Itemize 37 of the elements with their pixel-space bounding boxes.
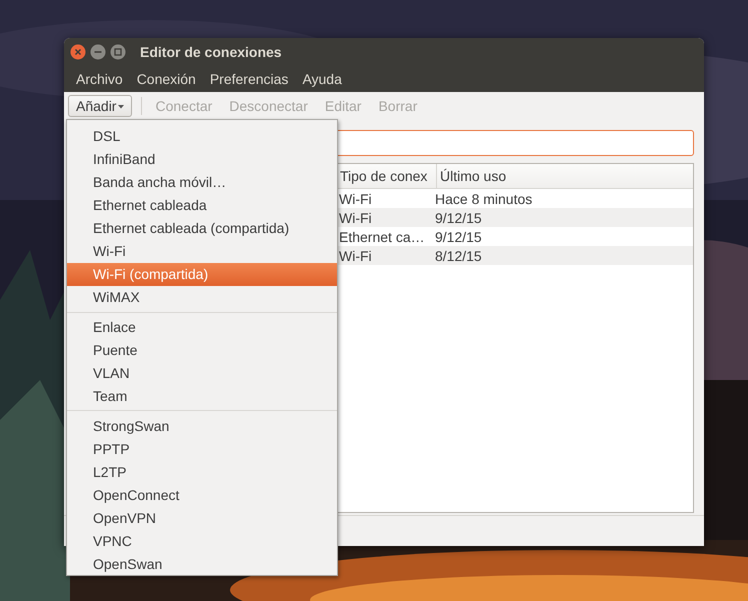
menu-option[interactable]: L2TP [67,460,337,484]
menu-option[interactable]: WiMAX [67,286,337,309]
add-button[interactable]: Añadir [68,95,132,117]
menu-option[interactable]: Banda ancha móvil… [67,170,337,194]
minimize-icon[interactable] [90,44,106,60]
menu-option[interactable]: Ethernet cableada (compartida) [67,216,337,240]
caret-icon [117,102,126,110]
menu-option[interactable]: StrongSwan [67,414,337,438]
menu-item[interactable]: Preferencias [210,71,288,87]
table-cell-text: Hace 8 minutos [434,190,532,206]
menu-option[interactable]: OpenSwan [67,552,337,576]
menu-item[interactable]: Archivo [76,71,123,87]
table-cell-text: Ethernet ca… [338,228,425,244]
menu-option[interactable]: OpenConnect [67,483,337,506]
menu-option[interactable]: OpenVPN [67,506,337,530]
menu-option[interactable]: VLAN [67,362,337,384]
close-icon[interactable] [70,44,86,60]
menu-item[interactable]: Conexión [136,71,196,87]
table-cell-text: Wi-Fi [338,190,372,206]
menu-option[interactable]: Puente [67,338,337,362]
menu-option[interactable]: Ethernet cableada [67,194,337,217]
maximize-icon[interactable] [110,44,126,60]
table-cell-text: Wi-Fi [338,248,372,264]
menu-option[interactable]: DSL [67,125,337,148]
menu-option[interactable]: InfiniBand [67,148,337,171]
menu-option[interactable]: VPNC [67,529,337,552]
window-title: Editor de conexiones [140,44,282,60]
column-header[interactable]: Último uso [436,164,693,188]
table-cell-text: 9/12/15 [434,210,482,226]
menu-option[interactable]: Team [67,384,337,408]
table-cell-text: 8/12/15 [434,248,482,264]
menu-option[interactable]: PPTP [67,437,337,460]
table-cell-text: 9/12/15 [434,228,482,244]
menu-option[interactable]: Wi-Fi [67,240,337,263]
table-cell-text: Wi-Fi [338,210,372,226]
menu-option[interactable]: Enlace [67,316,337,339]
menu-item[interactable]: Ayuda [302,71,342,87]
